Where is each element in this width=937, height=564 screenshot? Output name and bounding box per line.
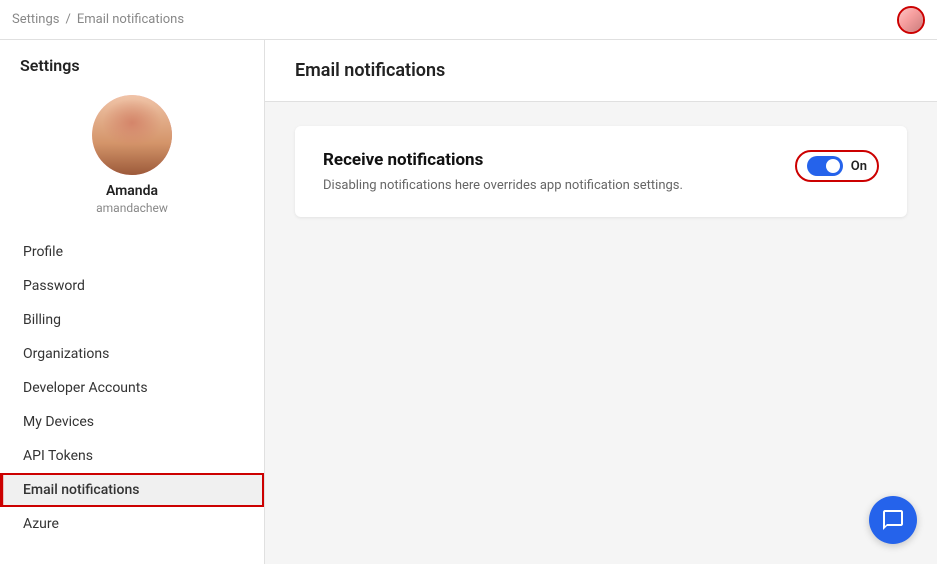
breadcrumb-current: Email notifications	[77, 12, 184, 27]
sidebar-item-billing[interactable]: Billing	[0, 303, 264, 337]
user-section: Amanda amandachew	[0, 85, 264, 235]
avatar-image-topbar	[899, 8, 923, 32]
topbar: Settings / Email notifications	[0, 0, 937, 40]
page-title: Email notifications	[265, 40, 937, 102]
sidebar-item-azure[interactable]: Azure	[0, 507, 264, 541]
notification-card-text: Receive notifications Disabling notifica…	[323, 150, 683, 193]
sidebar-item-my-devices[interactable]: My Devices	[0, 405, 264, 439]
toggle-state-label: On	[851, 159, 867, 174]
sidebar-title: Settings	[0, 40, 264, 85]
sidebar-item-email-notifications[interactable]: Email notifications	[0, 473, 264, 507]
app-layout: Settings Amanda amandachew Profile Passw…	[0, 40, 937, 564]
sidebar: Settings Amanda amandachew Profile Passw…	[0, 40, 265, 564]
sidebar-item-profile[interactable]: Profile	[0, 235, 264, 269]
user-handle: amandachew	[96, 201, 168, 215]
user-name: Amanda	[106, 183, 158, 199]
user-avatar-topbar[interactable]	[897, 6, 925, 34]
nav-list: Profile Password Billing Organizations D…	[0, 235, 264, 541]
breadcrumb-root[interactable]: Settings	[12, 12, 59, 27]
breadcrumb: Settings / Email notifications	[12, 12, 184, 27]
notification-heading: Receive notifications	[323, 150, 683, 170]
breadcrumb-separator: /	[65, 12, 70, 27]
main-body: Receive notifications Disabling notifica…	[265, 102, 937, 241]
toggle-track	[807, 156, 843, 176]
user-avatar	[92, 95, 172, 175]
chat-icon	[881, 508, 905, 532]
toggle-container[interactable]: On	[795, 150, 879, 182]
sidebar-item-organizations[interactable]: Organizations	[0, 337, 264, 371]
notification-card: Receive notifications Disabling notifica…	[295, 126, 907, 217]
avatar-figure	[92, 95, 172, 175]
receive-notifications-toggle[interactable]	[807, 156, 843, 176]
notification-description: Disabling notifications here overrides a…	[323, 178, 683, 193]
sidebar-item-password[interactable]: Password	[0, 269, 264, 303]
chat-support-button[interactable]	[869, 496, 917, 544]
sidebar-item-api-tokens[interactable]: API Tokens	[0, 439, 264, 473]
main-content-area: Email notifications Receive notification…	[265, 40, 937, 564]
sidebar-item-developer-accounts[interactable]: Developer Accounts	[0, 371, 264, 405]
toggle-thumb	[826, 159, 840, 173]
